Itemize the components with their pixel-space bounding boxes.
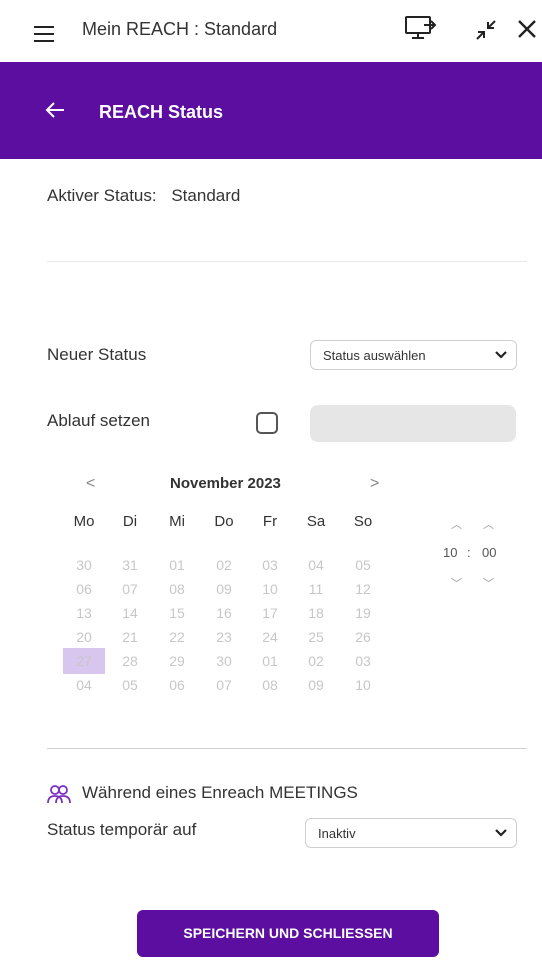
calendar-day[interactable]: 07 xyxy=(109,576,151,602)
calendar-next-button[interactable]: > xyxy=(370,475,379,493)
temp-status-label: Status temporär auf xyxy=(47,820,197,839)
calendar-day[interactable]: 21 xyxy=(109,624,151,650)
meeting-text: Während eines Enreach MEETINGS xyxy=(82,783,358,802)
calendar-day[interactable]: 31 xyxy=(109,552,151,578)
divider xyxy=(47,748,527,749)
arrow-left-icon[interactable] xyxy=(44,100,66,125)
temp-status-select-value: Inaktiv xyxy=(318,826,356,841)
expiry-date-field[interactable] xyxy=(310,405,516,442)
chevron-down-icon xyxy=(494,348,508,365)
collapse-icon[interactable] xyxy=(474,18,498,47)
menu-icon[interactable] xyxy=(34,26,54,42)
calendar-day[interactable]: 25 xyxy=(295,624,337,650)
calendar-day[interactable]: 01 xyxy=(156,552,198,578)
calendar-day[interactable]: 26 xyxy=(342,624,384,650)
calendar-day[interactable]: 04 xyxy=(63,672,105,698)
calendar-month: November 2023 xyxy=(170,475,281,492)
calendar-weekday: Di xyxy=(122,513,138,530)
calendar-day[interactable]: 05 xyxy=(109,672,151,698)
window-title: Mein REACH : Standard xyxy=(82,19,278,39)
calendar-day[interactable]: 02 xyxy=(203,552,245,578)
new-status-select[interactable]: Status auswählen xyxy=(310,340,517,370)
calendar-day[interactable]: 06 xyxy=(156,672,198,698)
people-icon xyxy=(47,783,71,810)
temp-status-select[interactable]: Inaktiv xyxy=(305,818,517,848)
minute-value[interactable]: 00 xyxy=(482,545,496,560)
calendar-day[interactable]: 11 xyxy=(295,576,337,602)
calendar-weekday: Sa xyxy=(306,513,326,530)
calendar-day[interactable]: 13 xyxy=(63,600,105,626)
calendar-day[interactable]: 18 xyxy=(295,600,337,626)
calendar-day[interactable]: 03 xyxy=(249,552,291,578)
calendar-day[interactable]: 08 xyxy=(156,576,198,602)
new-status-label: Neuer Status xyxy=(47,345,147,364)
calendar-day[interactable]: 15 xyxy=(156,600,198,626)
new-status-select-value: Status auswählen xyxy=(323,348,426,363)
calendar-day[interactable]: 12 xyxy=(342,576,384,602)
calendar-day[interactable]: 20 xyxy=(63,624,105,650)
calendar-day[interactable]: 28 xyxy=(109,648,151,674)
title-bar: Mein REACH : Standard xyxy=(0,0,542,62)
calendar-day[interactable]: 17 xyxy=(249,600,291,626)
calendar-day[interactable]: 09 xyxy=(295,672,337,698)
minute-down-icon[interactable]: ﹀ xyxy=(483,575,494,591)
calendar-day[interactable]: 05 xyxy=(342,552,384,578)
page-header: REACH Status xyxy=(0,62,542,159)
calendar-prev-button[interactable]: < xyxy=(86,475,95,493)
screen-share-icon[interactable] xyxy=(404,14,438,47)
calendar-day-selected[interactable]: 27 xyxy=(63,648,105,674)
calendar-day[interactable]: 23 xyxy=(203,624,245,650)
hour-up-icon[interactable]: ︿ xyxy=(451,516,462,532)
calendar-day[interactable]: 14 xyxy=(109,600,151,626)
calendar-day[interactable]: 30 xyxy=(63,552,105,578)
save-and-close-button[interactable]: SPEICHERN UND SCHLIESSEN xyxy=(137,910,439,957)
calendar-day[interactable]: 24 xyxy=(249,624,291,650)
calendar-day[interactable]: 04 xyxy=(295,552,337,578)
page-title: REACH Status xyxy=(99,102,224,122)
calendar-day[interactable]: 07 xyxy=(203,672,245,698)
time-separator: : xyxy=(467,545,471,560)
calendar-day[interactable]: 29 xyxy=(156,648,198,674)
calendar-day[interactable]: 08 xyxy=(249,672,291,698)
calendar-day[interactable]: 03 xyxy=(342,648,384,674)
calendar-weekday: Mi xyxy=(169,513,185,530)
calendar-weekday: Fr xyxy=(262,513,278,530)
divider xyxy=(47,261,527,262)
calendar-day[interactable]: 10 xyxy=(249,576,291,602)
active-status: Aktiver Status: Standard xyxy=(47,186,240,206)
calendar-day[interactable]: 02 xyxy=(295,648,337,674)
calendar-weekday: So xyxy=(353,513,373,530)
active-status-label: Aktiver Status: xyxy=(47,186,157,205)
calendar-weekday: Do xyxy=(214,513,234,530)
calendar-day[interactable]: 16 xyxy=(203,600,245,626)
expiry-checkbox[interactable] xyxy=(256,412,278,434)
calendar-day[interactable]: 06 xyxy=(63,576,105,602)
minute-up-icon[interactable]: ︿ xyxy=(483,516,494,532)
calendar-day[interactable]: 09 xyxy=(203,576,245,602)
close-icon[interactable] xyxy=(516,18,538,45)
hour-value[interactable]: 10 xyxy=(443,545,457,560)
calendar-day[interactable]: 10 xyxy=(342,672,384,698)
expiry-label: Ablauf setzen xyxy=(47,411,151,430)
active-status-value: Standard xyxy=(171,186,241,205)
chevron-down-icon xyxy=(494,826,508,843)
calendar-day[interactable]: 30 xyxy=(203,648,245,674)
calendar-day[interactable]: 19 xyxy=(342,600,384,626)
calendar-day[interactable]: 22 xyxy=(156,624,198,650)
calendar-weekday: Mo xyxy=(73,513,95,530)
calendar-day[interactable]: 01 xyxy=(249,648,291,674)
hour-down-icon[interactable]: ﹀ xyxy=(451,575,462,591)
